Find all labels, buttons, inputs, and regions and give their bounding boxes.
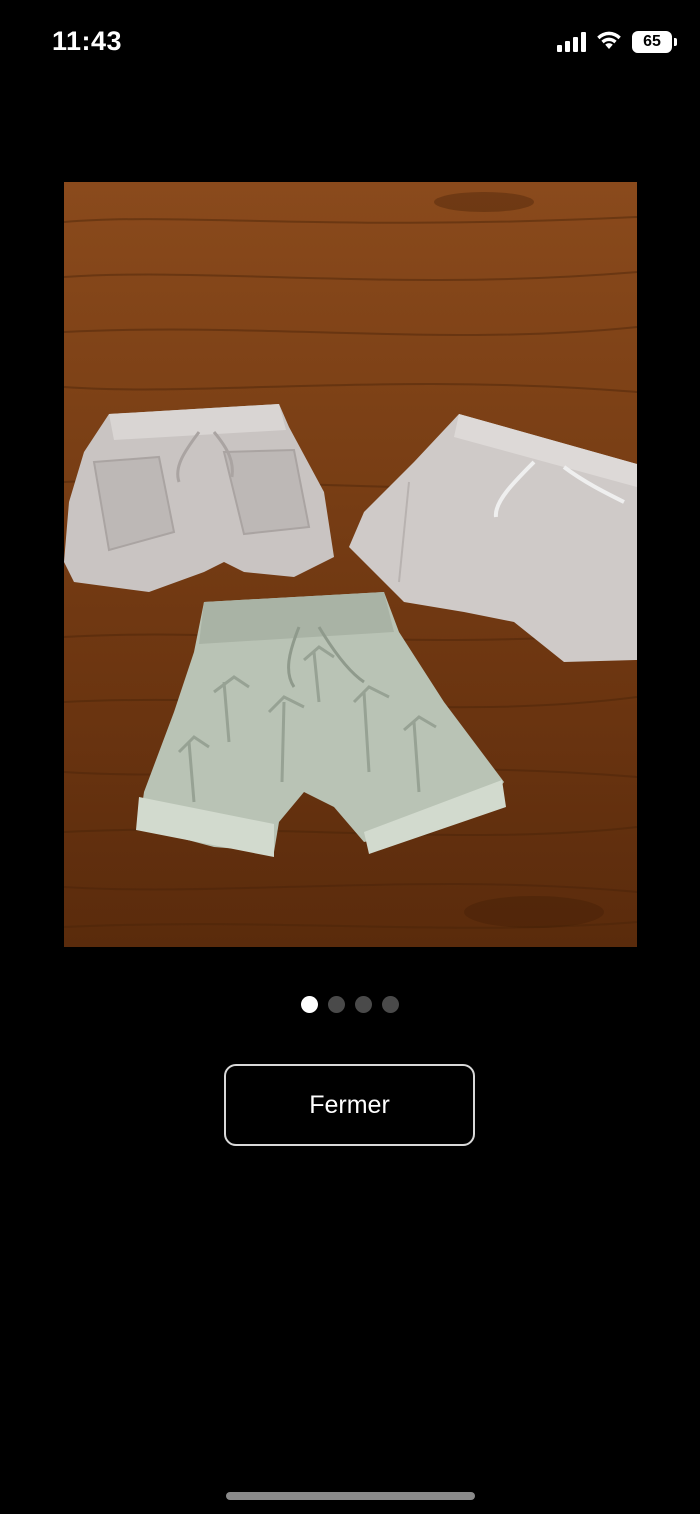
page-dot-4[interactable]	[382, 996, 399, 1013]
status-icons: 65	[557, 29, 677, 55]
cellular-signal-icon	[557, 32, 586, 52]
page-dot-2[interactable]	[328, 996, 345, 1013]
wifi-icon	[596, 30, 622, 55]
product-photo[interactable]	[64, 182, 637, 947]
page-dot-1[interactable]	[301, 996, 318, 1013]
photo-viewer-screen: 11:43 65 Fermer	[0, 0, 700, 1514]
pagination-dots	[0, 996, 700, 1013]
battery-icon: 65	[632, 31, 677, 53]
close-button[interactable]: Fermer	[224, 1064, 475, 1146]
home-indicator	[226, 1492, 475, 1500]
status-time: 11:43	[52, 26, 123, 56]
page-dot-3[interactable]	[355, 996, 372, 1013]
status-bar: 11:43 65	[0, 0, 700, 84]
